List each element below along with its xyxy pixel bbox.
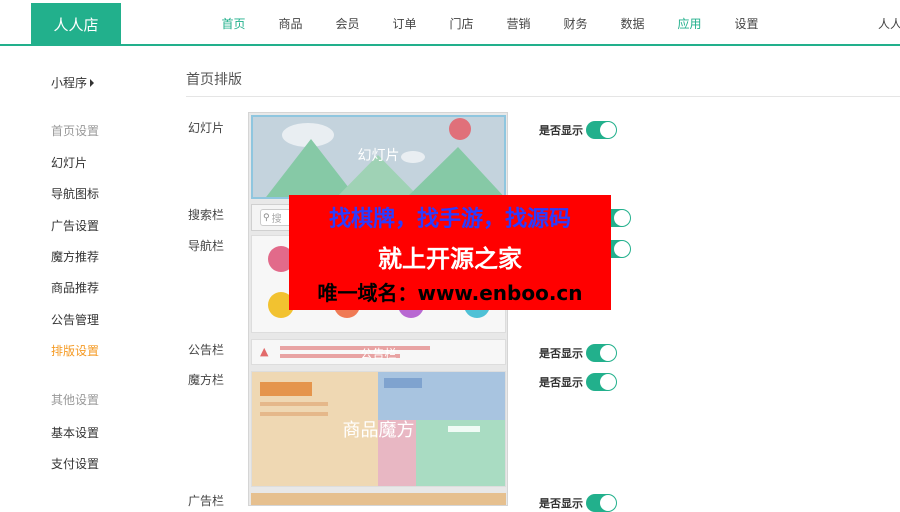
row-label-cube: 魔方栏 [188,373,225,387]
sidebar-item-basic[interactable]: 基本设置 [51,424,99,441]
row-label-slideshow: 幻灯片 [188,121,225,135]
sidebar-item-ads[interactable]: 广告设置 [51,217,99,234]
sidebar-item-cube[interactable]: 魔方推荐 [51,248,99,265]
sidebar-item-payment[interactable]: 支付设置 [51,455,99,472]
toggle-label: 是否显示 [539,124,583,137]
toggle-cube[interactable]: 是否显示 [539,373,617,391]
ad-preview[interactable] [251,493,506,505]
toggle-switch[interactable] [586,373,617,391]
row-label-notice: 公告栏 [188,343,225,357]
user-name[interactable]: 人人 [878,0,900,46]
cube-preview[interactable]: 商品魔方 [251,371,506,487]
sidebar-item-layout[interactable]: 排版设置 [51,342,99,359]
toggle-label: 是否显示 [539,347,583,360]
nav-stores[interactable]: 门店 [433,0,490,46]
toggle-slideshow[interactable]: 是否显示 [539,121,617,139]
nav-marketing[interactable]: 营销 [490,0,547,46]
cube-label: 商品魔方 [342,420,415,441]
notice-bar-preview[interactable]: ▲ 公告栏 [251,339,506,365]
sidebar-item-slideshow[interactable]: 幻灯片 [51,154,87,171]
row-label-ad: 广告栏 [188,494,225,508]
slideshow-preview[interactable]: 幻灯片 [251,115,506,199]
notice-label: 公告栏 [360,347,397,361]
cube-bar [260,402,328,406]
nav-finance[interactable]: 财务 [547,0,604,46]
toggle-label: 是否显示 [539,376,583,389]
cube-bar [260,382,312,396]
sidebar-item-nav-icons[interactable]: 导航图标 [51,185,99,202]
miniprogram-menu[interactable]: 小程序 [51,74,95,91]
toggle-switch[interactable] [586,494,617,512]
nav-products[interactable]: 商品 [262,0,319,46]
top-nav-bar: 人人店 首页 商品 会员 订单 门店 营销 财务 数据 应用 设置 人人 [0,0,900,46]
sidebar-item-notice[interactable]: 公告管理 [51,311,99,328]
page-title: 首页排版 [186,72,242,88]
slideshow-label: 幻灯片 [357,148,400,164]
main-nav: 首页 商品 会员 订单 门店 营销 财务 数据 应用 设置 [205,0,775,46]
app-logo[interactable]: 人人店 [31,3,121,45]
nav-data[interactable]: 数据 [604,0,661,46]
group-title-other: 其他设置 [51,393,100,407]
row-label-navbar: 导航栏 [188,239,225,253]
toggle-switch[interactable] [586,344,617,362]
nav-members[interactable]: 会员 [319,0,376,46]
sidebar: 小程序 首页设置 幻灯片 导航图标 广告设置 魔方推荐 商品推荐 公告管理 排版… [0,48,150,506]
nav-settings[interactable]: 设置 [718,0,775,46]
title-divider [186,96,900,97]
group-title-home: 首页设置 [51,124,100,138]
toggle-switch[interactable] [586,121,617,139]
caret-right-icon [90,78,95,87]
watermark-line3: 唯一域名：www.enboo.cn [317,281,583,305]
search-placeholder: 搜 [271,214,282,225]
toggle-notice[interactable]: 是否显示 [539,344,617,362]
watermark-banner: 找棋牌，找手游，找源码 就上开源之家 唯一域名：www.enboo.cn [289,195,611,310]
nav-orders[interactable]: 订单 [376,0,433,46]
watermark-line1: 找棋牌，找手游，找源码 [328,207,571,232]
nav-apps[interactable]: 应用 [661,0,718,46]
toggle-label: 是否显示 [539,497,583,510]
nav-home[interactable]: 首页 [205,0,262,46]
row-label-search: 搜索栏 [188,208,225,222]
miniprogram-label: 小程序 [51,76,88,90]
cube-bar [384,378,422,388]
toggle-ad[interactable]: 是否显示 [539,494,617,512]
search-icon: ⚲ [263,212,270,223]
sidebar-item-product-rec[interactable]: 商品推荐 [51,279,99,296]
watermark-line2: 就上开源之家 [378,245,522,273]
